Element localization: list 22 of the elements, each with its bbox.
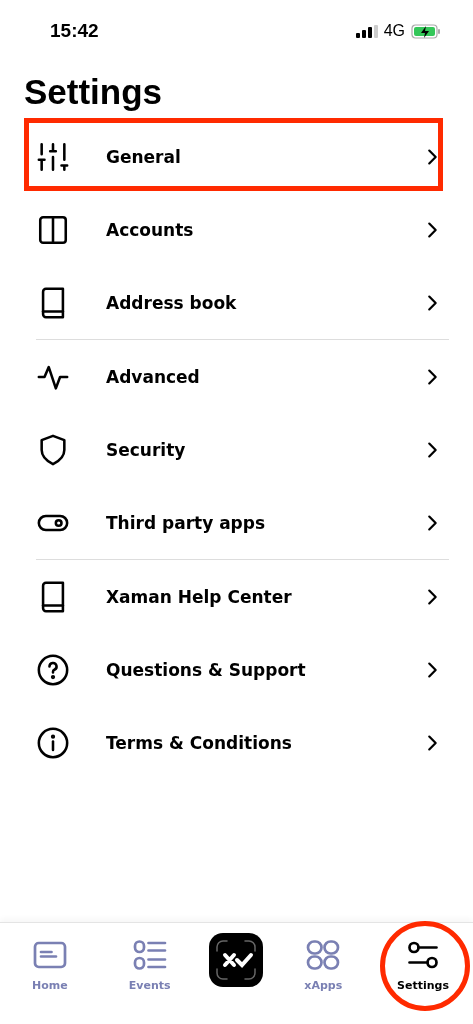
info-icon: [36, 725, 70, 760]
signal-icon: [355, 24, 378, 38]
status-time: 15:42: [50, 20, 99, 42]
menu-row[interactable]: Xaman Help Center: [0, 560, 473, 633]
tab-item[interactable]: Settings: [383, 933, 464, 996]
menu-row[interactable]: Terms & Conditions: [0, 706, 473, 779]
menu-row[interactable]: Accounts: [0, 193, 473, 266]
question-icon: [36, 652, 70, 687]
network-type: 4G: [383, 22, 405, 40]
grid-icon: [305, 937, 342, 973]
menu-row[interactable]: General: [0, 120, 473, 193]
menu-row[interactable]: Security: [0, 413, 473, 486]
tab-item[interactable]: Home: [9, 933, 90, 996]
list-icon: [131, 937, 168, 973]
menu-row[interactable]: Third party apps: [0, 486, 473, 559]
menu-row[interactable]: Advanced: [0, 340, 473, 413]
tab-item[interactable]: xApps: [283, 933, 364, 996]
tab-item[interactable]: Events: [109, 933, 190, 996]
scan-button[interactable]: [209, 933, 264, 987]
page-title: Settings: [24, 72, 164, 112]
menu-row[interactable]: Address book: [0, 266, 473, 339]
menu-row[interactable]: Questions & Support: [0, 633, 473, 706]
